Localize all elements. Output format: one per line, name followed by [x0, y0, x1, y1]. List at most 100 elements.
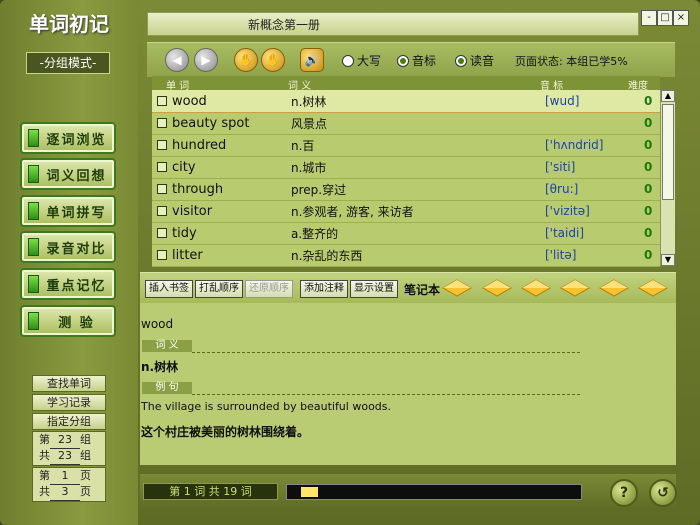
radio-icon [342, 54, 354, 67]
hand-tool-button-2[interactable]: ✋ [261, 48, 285, 72]
group-current-value[interactable]: 23 [50, 432, 80, 449]
row-word: beauty spot [172, 115, 250, 131]
page-current-value[interactable]: 1 [50, 468, 80, 485]
notebook-slot-4-icon[interactable] [560, 279, 590, 297]
word-row[interactable]: hundred n.百 ['hʌndrid] 0 [152, 134, 660, 157]
group-total: 共 23 组 [33, 448, 105, 465]
led-icon [28, 275, 39, 293]
radio-checked-icon [455, 54, 467, 67]
insert-bookmark-button[interactable]: 插入书签 [145, 280, 193, 298]
list-scrollbar[interactable]: ▲ ▼ [660, 90, 675, 266]
display-settings-button[interactable]: 显示设置 [350, 280, 398, 298]
notebook-slot-6-icon[interactable] [638, 279, 668, 297]
speaker-button[interactable]: 🔊 [300, 48, 324, 72]
return-icon: ↺ [657, 485, 669, 501]
row-checkbox[interactable] [157, 140, 167, 150]
notebook-slot-1-icon[interactable] [442, 279, 472, 297]
radio-checked-icon [397, 54, 409, 67]
row-checkbox[interactable] [157, 250, 167, 260]
label-prefix: 第 [39, 433, 50, 446]
scroll-thumb[interactable] [662, 104, 674, 200]
nav-focus-memory-button[interactable]: 重点记忆 [20, 268, 116, 300]
option-phonetic[interactable]: 音标 [397, 52, 436, 69]
nav-recording-button[interactable]: 录音对比 [20, 231, 116, 263]
back-button[interactable]: ◀ [165, 48, 189, 72]
option-read[interactable]: 读音 [455, 52, 494, 69]
detail-word: wood [141, 317, 174, 331]
row-phonetic: ['vizitə] [545, 204, 590, 218]
detail-meaning: n.树林 [141, 360, 179, 374]
row-difficulty: 0 [644, 248, 653, 262]
notebook-slot-5-icon[interactable] [599, 279, 629, 297]
assign-group-button[interactable]: 指定分组 [32, 413, 106, 430]
minimize-button[interactable]: - [641, 10, 657, 26]
row-difficulty: 0 [644, 204, 653, 218]
nav-label: 词义回想 [46, 168, 107, 184]
progress-fill [301, 487, 318, 497]
nav-recall-button[interactable]: 词义回想 [20, 158, 116, 190]
word-row[interactable]: visitor n.参观者, 游客, 来访者 ['vizitə] 0 [152, 200, 660, 223]
row-checkbox[interactable] [157, 228, 167, 238]
option-uppercase[interactable]: 大写 [342, 52, 381, 69]
row-meaning: a.整齐的 [291, 226, 339, 241]
notebook-slot-3-icon[interactable] [521, 279, 551, 297]
book-title: 新概念第一册 [248, 18, 321, 32]
led-icon [28, 238, 39, 256]
row-checkbox[interactable] [157, 206, 167, 216]
nav-test-button[interactable]: 测 验 [20, 305, 116, 337]
example-chinese: 这个村庄被美丽的树林围绕着。 [141, 425, 310, 439]
app-title: 单词初记 [29, 12, 109, 36]
row-meaning: 风景点 [291, 116, 328, 131]
word-row[interactable]: through prep.穿过 [θru:] 0 [152, 178, 660, 201]
back-arrow-icon: ◀ [172, 53, 182, 67]
row-word: litter [172, 247, 203, 263]
nav-label: 测 验 [58, 315, 95, 331]
hand-icon: ✋ [265, 53, 281, 67]
word-row[interactable]: wood n.树林 [wud] 0 [152, 90, 660, 113]
nav-label: 重点记忆 [46, 278, 107, 294]
find-word-button[interactable]: 查找单词 [32, 375, 106, 392]
row-difficulty: 0 [644, 182, 653, 196]
scroll-down-icon[interactable]: ▼ [661, 254, 675, 266]
maximize-button[interactable]: □ [657, 10, 673, 26]
help-button[interactable]: ? [610, 479, 638, 507]
notebook-bar: 插入书签 打乱顺序 还原顺序 添加注释 显示设置 笔记本 [140, 272, 676, 303]
row-meaning: n.树林 [291, 94, 327, 109]
forward-button[interactable]: ▶ [194, 48, 218, 72]
row-checkbox[interactable] [157, 96, 167, 106]
word-row[interactable]: beauty spot 风景点 0 [152, 112, 660, 135]
led-icon [28, 312, 39, 330]
word-row[interactable]: litter n.杂乱的东西 ['litə] 0 [152, 244, 660, 267]
restore-order-button[interactable]: 还原顺序 [245, 280, 293, 298]
close-button[interactable]: × [673, 10, 689, 26]
page-total: 共3页 [33, 484, 105, 501]
word-row[interactable]: city n.城市 ['siti] 0 [152, 156, 660, 179]
scroll-up-icon[interactable]: ▲ [661, 90, 675, 102]
row-checkbox[interactable] [157, 162, 167, 172]
option-label: 音标 [412, 54, 437, 68]
row-meaning: prep.穿过 [291, 182, 347, 197]
row-word: city [172, 159, 196, 175]
shuffle-button[interactable]: 打乱顺序 [195, 280, 243, 298]
mode-label[interactable]: -分组模式- [26, 52, 110, 74]
option-label: 大写 [357, 54, 382, 68]
word-row[interactable]: tidy a.整齐的 ['taidi] 0 [152, 222, 660, 245]
row-checkbox[interactable] [157, 184, 167, 194]
notebook-slot-2-icon[interactable] [482, 279, 512, 297]
nav-spelling-button[interactable]: 单词拼写 [20, 195, 116, 227]
word-count: 第 1 词 共 19 词 [143, 483, 278, 500]
row-meaning: n.参观者, 游客, 来访者 [291, 204, 414, 219]
study-record-button[interactable]: 学习记录 [32, 394, 106, 411]
row-meaning: n.城市 [291, 160, 327, 175]
row-checkbox[interactable] [157, 118, 167, 128]
add-note-button[interactable]: 添加注释 [300, 280, 348, 298]
return-button[interactable]: ↺ [649, 479, 677, 507]
nav-browse-button[interactable]: 逐词浏览 [20, 122, 116, 154]
row-difficulty: 0 [644, 116, 653, 130]
hand-tool-button-1[interactable]: ✋ [234, 48, 258, 72]
word-detail-panel: wood 词 义 n.树林 例 句 The village is surroun… [140, 303, 676, 465]
row-word: through [172, 181, 224, 197]
divider [192, 352, 580, 353]
left-panel: 单词初记 -分组模式- 逐词浏览 词义回想 单词拼写 录音对比 重点记忆 测 验… [0, 0, 138, 525]
notebook-label: 笔记本 [404, 283, 441, 297]
